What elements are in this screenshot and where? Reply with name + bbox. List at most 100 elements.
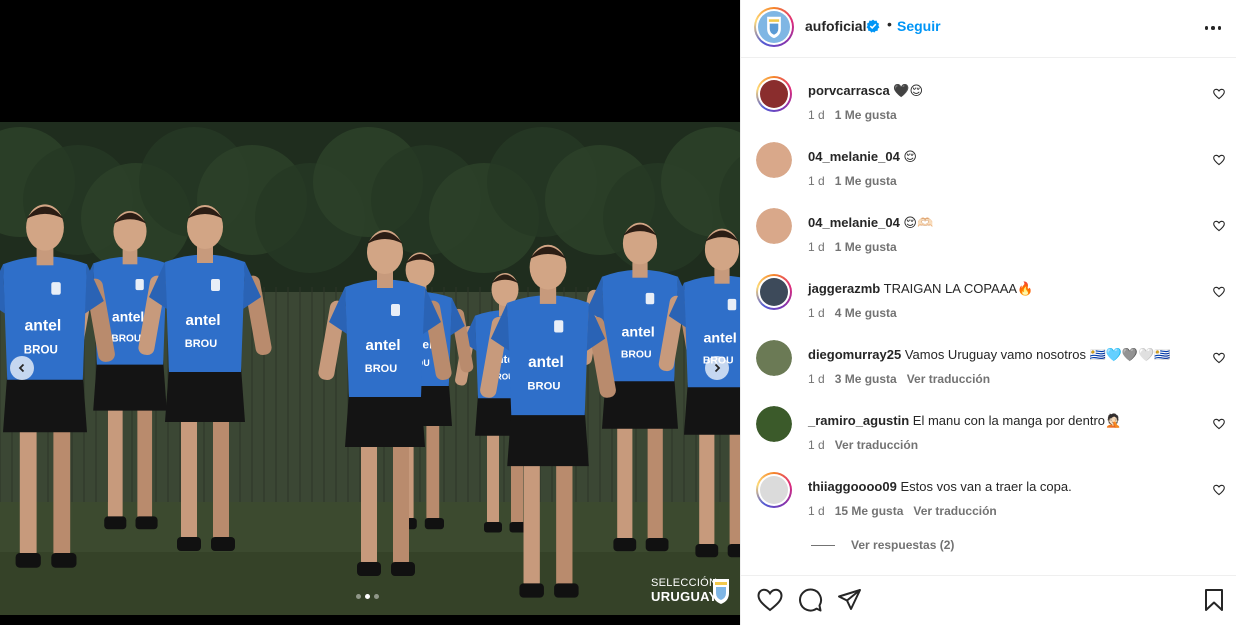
comment-likes-count[interactable]: 15 Me gusta bbox=[835, 504, 904, 518]
comment-item: _ramiro_agustin El manu con la manga por… bbox=[741, 389, 1236, 452]
see-translation-link[interactable]: Ver traducción bbox=[913, 504, 996, 518]
see-translation-link[interactable]: Ver traducción bbox=[835, 438, 918, 452]
carousel-dot bbox=[356, 594, 361, 599]
auf-crest-icon bbox=[713, 579, 729, 604]
comment-time: 1 d bbox=[808, 504, 825, 518]
comment-time: 1 d bbox=[808, 108, 825, 122]
comment-icon[interactable] bbox=[797, 588, 823, 612]
comment-meta: 1 d 4 Me gusta bbox=[808, 306, 907, 320]
comment-likes-count[interactable]: 1 Me gusta bbox=[835, 174, 897, 188]
post-photo[interactable]: antel BROU antel BROU antel BROU antel BROU ante… bbox=[0, 122, 740, 615]
comment-text-line: jaggerazmb TRAIGAN LA COPAAA🔥 bbox=[808, 281, 1033, 297]
comment-meta: 1 d 1 Me gusta bbox=[808, 240, 907, 254]
comment-like-heart-icon[interactable] bbox=[1213, 286, 1225, 298]
comment-body: 🖤😌 bbox=[893, 83, 924, 98]
commenter-avatar[interactable] bbox=[756, 472, 792, 508]
comment-text-line: diegomurray25 Vamos Uruguay vamo nosotro… bbox=[808, 347, 1171, 363]
comment-time: 1 d bbox=[808, 438, 825, 452]
svg-text:antel: antel bbox=[25, 317, 62, 334]
carousel-dot-active bbox=[365, 594, 370, 599]
training-photo-scene: antel BROU antel BROU antel BROU antel BROU ante… bbox=[0, 122, 740, 615]
comment-body: Vamos Uruguay vamo nosotros 🇺🇾🩵🩶🤍🇺🇾 bbox=[904, 347, 1171, 362]
svg-text:BROU: BROU bbox=[527, 381, 560, 393]
comment-item: porvcarrasca 🖤😌 1 d 1 Me gusta bbox=[741, 59, 1236, 122]
comment-like-heart-icon[interactable] bbox=[1213, 418, 1225, 430]
svg-text:BROU: BROU bbox=[111, 334, 141, 345]
comment-username[interactable]: 04_melanie_04 bbox=[808, 149, 900, 164]
comment-likes-count[interactable]: 3 Me gusta bbox=[835, 372, 897, 386]
comment-username[interactable]: porvcarrasca bbox=[808, 83, 890, 98]
comment-text-line: _ramiro_agustin El manu con la manga por… bbox=[808, 413, 1121, 429]
svg-text:BROU: BROU bbox=[185, 338, 217, 350]
follow-button[interactable]: Seguir bbox=[897, 18, 941, 34]
comment-item: thiiaggoooo09 Estos vos van a traer la c… bbox=[741, 455, 1236, 518]
comment-time: 1 d bbox=[808, 174, 825, 188]
comment-item: 04_melanie_04 😌🫶🏻 1 d 1 Me gusta bbox=[741, 191, 1236, 254]
commenter-avatar[interactable] bbox=[756, 142, 792, 178]
svg-text:antel: antel bbox=[112, 309, 144, 324]
comment-like-heart-icon[interactable] bbox=[1213, 484, 1225, 496]
comment-likes-count[interactable]: 4 Me gusta bbox=[835, 306, 897, 320]
share-icon[interactable] bbox=[837, 588, 863, 612]
comment-likes-count[interactable]: 1 Me gusta bbox=[835, 240, 897, 254]
more-icon-dot bbox=[1211, 26, 1215, 30]
more-options-button[interactable] bbox=[1201, 18, 1225, 38]
comment-like-heart-icon[interactable] bbox=[1213, 220, 1225, 232]
view-replies-button[interactable]: Ver respuestas (2) bbox=[811, 538, 954, 552]
post-header: aufoficial • Seguir bbox=[741, 0, 1236, 58]
comment-body: Estos vos van a traer la copa. bbox=[900, 479, 1072, 494]
previous-slide-button[interactable] bbox=[10, 356, 34, 380]
heart-icon[interactable] bbox=[757, 588, 783, 612]
commenter-avatar[interactable] bbox=[756, 274, 792, 310]
comment-time: 1 d bbox=[808, 306, 825, 320]
svg-text:BROU: BROU bbox=[24, 345, 58, 357]
see-translation-link[interactable]: Ver traducción bbox=[907, 372, 990, 386]
bookmark-icon[interactable] bbox=[1203, 588, 1225, 612]
comment-time: 1 d bbox=[808, 240, 825, 254]
view-replies-label: Ver respuestas (2) bbox=[851, 538, 955, 552]
svg-text:BROU: BROU bbox=[621, 350, 652, 361]
svg-text:antel: antel bbox=[185, 312, 220, 329]
post-actions-bar bbox=[741, 575, 1236, 625]
comment-like-heart-icon[interactable] bbox=[1213, 154, 1225, 166]
comment-meta: 1 d 15 Me gusta Ver traducción bbox=[808, 504, 1007, 518]
carousel-indicator bbox=[356, 594, 379, 599]
comment-username[interactable]: jaggerazmb bbox=[808, 281, 880, 296]
comments-list: porvcarrasca 🖤😌 1 d1 Me gusta 04_melanie_0… bbox=[741, 59, 1236, 559]
svg-text:antel: antel bbox=[703, 331, 736, 347]
comment-username[interactable]: diegomurray25 bbox=[808, 347, 901, 362]
comment-body: TRAIGAN LA COPAAA🔥 bbox=[883, 281, 1034, 296]
comments-panel: aufoficial • Seguir porvcarrasca 🖤😌 1 d1 … bbox=[740, 0, 1236, 625]
author-username[interactable]: aufoficial bbox=[805, 18, 866, 34]
commenter-avatar[interactable] bbox=[756, 340, 792, 376]
next-slide-button[interactable] bbox=[705, 356, 729, 380]
commenter-avatar[interactable] bbox=[756, 76, 792, 112]
comment-time: 1 d bbox=[808, 372, 825, 386]
comment-like-heart-icon[interactable] bbox=[1213, 352, 1225, 364]
comment-like-heart-icon[interactable] bbox=[1213, 88, 1225, 100]
comment-meta: 1 d 1 Me gusta bbox=[808, 174, 907, 188]
comment-body: El manu con la manga por dentro🤦🏻 bbox=[912, 413, 1122, 428]
svg-text:antel: antel bbox=[621, 325, 654, 341]
author-avatar[interactable] bbox=[754, 7, 794, 47]
comment-meta: 1 d 1 Me gusta bbox=[808, 108, 907, 122]
comment-item: jaggerazmb TRAIGAN LA COPAAA🔥 1 d 4 Me gus… bbox=[741, 257, 1236, 320]
comment-text-line: porvcarrasca 🖤😌 bbox=[808, 83, 923, 99]
header-separator: • bbox=[887, 16, 892, 32]
comment-likes-count[interactable]: 1 Me gusta bbox=[835, 108, 897, 122]
comment-body: 😌 bbox=[903, 149, 917, 164]
svg-text:antel: antel bbox=[365, 337, 400, 354]
instagram-post-view: antel BROU antel BROU antel BROU antel BROU ante… bbox=[0, 0, 1236, 625]
comment-username[interactable]: thiiaggoooo09 bbox=[808, 479, 897, 494]
comment-meta: 1 d Ver traducción bbox=[808, 438, 928, 452]
commenter-avatar[interactable] bbox=[756, 406, 792, 442]
commenter-avatar[interactable] bbox=[756, 208, 792, 244]
comment-body: 😌🫶🏻 bbox=[903, 215, 934, 230]
comment-text-line: 04_melanie_04 😌 bbox=[808, 149, 917, 165]
comment-username[interactable]: 04_melanie_04 bbox=[808, 215, 900, 230]
comment-username[interactable]: _ramiro_agustin bbox=[808, 413, 909, 428]
verified-badge-icon bbox=[866, 19, 880, 33]
chevron-left-icon bbox=[18, 363, 25, 373]
media-panel: antel BROU antel BROU antel BROU antel BROU ante… bbox=[0, 0, 740, 625]
carousel-dot bbox=[374, 594, 379, 599]
